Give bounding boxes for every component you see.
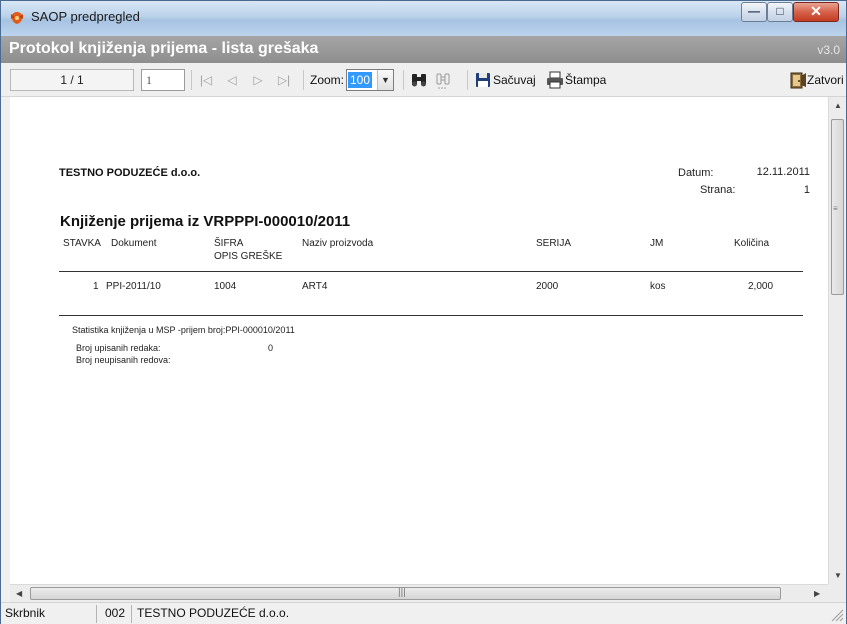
close-button[interactable]: Zatvori bbox=[807, 73, 844, 87]
toolbar-separator bbox=[303, 70, 304, 90]
binoculars-icon[interactable] bbox=[409, 70, 429, 90]
window-title: SAOP predpregled bbox=[31, 9, 140, 24]
column-header-kolicina: Količina bbox=[734, 238, 770, 249]
column-header-naziv: Naziv proizvoda bbox=[302, 238, 374, 249]
row-jm: kos bbox=[650, 281, 666, 292]
company-name: TESTNO PODUZEĆE d.o.o. bbox=[59, 167, 201, 179]
chevron-down-icon[interactable]: ▼ bbox=[377, 70, 393, 90]
row-serija: 2000 bbox=[536, 281, 559, 292]
vertical-scrollbar[interactable]: ▲ ≡ ▼ bbox=[828, 97, 846, 584]
row-stavka: 1 bbox=[93, 281, 99, 292]
next-page-button[interactable]: ▷ bbox=[249, 71, 267, 89]
status-separator bbox=[96, 605, 97, 623]
resize-grip-icon[interactable] bbox=[830, 608, 844, 622]
row-dokument: PPI-2011/10 bbox=[106, 281, 161, 292]
column-header-dokument: Dokument bbox=[111, 238, 157, 249]
date-value: 12.11.2011 bbox=[756, 166, 810, 178]
scroll-right-icon[interactable]: ▶ bbox=[814, 589, 820, 598]
header-divider bbox=[59, 271, 803, 272]
status-user-label: Skrbnik bbox=[5, 606, 46, 620]
column-header-jm: JM bbox=[650, 238, 664, 249]
save-disk-icon[interactable] bbox=[473, 70, 493, 90]
report-header-title: Protokol knjiženja prijema - lista greša… bbox=[9, 40, 319, 57]
status-bar: Skrbnik 002 TESTNO PODUZEĆE d.o.o. bbox=[1, 602, 846, 624]
scrollbar-corner bbox=[828, 584, 846, 602]
date-label: Datum: bbox=[678, 167, 714, 179]
previous-page-button[interactable]: ◁ bbox=[223, 71, 241, 89]
report-page[interactable]: TESTNO PODUZEĆE d.o.o. Datum: 12.11.2011… bbox=[10, 97, 828, 584]
page-indicator: 1 / 1 bbox=[10, 69, 134, 91]
zoom-label: Zoom: bbox=[310, 73, 345, 87]
preview-window: SAOP predpregled — □ ✕ Protokol knjiženj… bbox=[0, 0, 847, 624]
report-header-band: Protokol knjiženja prijema - lista greša… bbox=[1, 36, 846, 63]
zoom-value: 100 bbox=[348, 72, 373, 88]
grip-icon: ≡ bbox=[833, 204, 838, 213]
column-header-sifra: ŠIFRA bbox=[214, 238, 244, 249]
grip-icon: ||| bbox=[398, 587, 406, 598]
minimize-icon: — bbox=[748, 4, 760, 18]
status-separator bbox=[131, 605, 132, 623]
maximize-icon: □ bbox=[776, 4, 784, 18]
page-number-input[interactable]: 1 bbox=[141, 69, 185, 91]
written-count-label: Broj upisanih redaka: bbox=[76, 343, 161, 353]
close-icon: ✕ bbox=[810, 3, 822, 19]
status-company-name: TESTNO PODUZEĆE d.o.o. bbox=[137, 606, 290, 620]
app-logo-icon bbox=[11, 12, 23, 24]
preview-toolbar: 1 / 1 1 |◁ ◁ ▷ ▷| Zoom: 100 ▼ Sačuvaj Št… bbox=[1, 63, 846, 97]
print-button[interactable]: Štampa bbox=[565, 73, 606, 87]
find-next-icon[interactable] bbox=[433, 70, 453, 90]
close-door-icon[interactable] bbox=[787, 70, 807, 90]
horizontal-scroll-thumb[interactable]: ||| bbox=[30, 587, 781, 600]
scroll-left-icon[interactable]: ◀ bbox=[16, 589, 22, 598]
zoom-select[interactable]: 100 ▼ bbox=[346, 69, 394, 91]
row-kolicina: 2,000 bbox=[748, 281, 774, 292]
page-value: 1 bbox=[803, 184, 810, 196]
row-naziv: ART4 bbox=[302, 281, 328, 292]
stats-title: Statistika knjiženja u MSP -prijem broj:… bbox=[72, 325, 295, 335]
title-bar[interactable]: SAOP predpregled — □ ✕ bbox=[1, 1, 846, 36]
last-page-button[interactable]: ▷| bbox=[275, 71, 293, 89]
page-label: Strana: bbox=[700, 184, 736, 196]
toolbar-separator bbox=[467, 70, 468, 90]
column-header-stavka: STAVKA bbox=[63, 238, 101, 249]
toolbar-separator bbox=[403, 70, 404, 90]
version-label: v3.0 bbox=[817, 43, 840, 57]
row-sifra: 1004 bbox=[214, 281, 237, 292]
column-header-serija: SERIJA bbox=[536, 238, 572, 249]
maximize-button[interactable]: □ bbox=[767, 2, 793, 22]
scroll-down-icon[interactable]: ▼ bbox=[834, 571, 842, 580]
printer-icon[interactable] bbox=[545, 70, 565, 90]
written-count-value: 0 bbox=[268, 343, 274, 353]
unwritten-count-label: Broj neupisanih redova: bbox=[76, 355, 171, 365]
first-page-button[interactable]: |◁ bbox=[197, 71, 215, 89]
toolbar-separator bbox=[191, 70, 192, 90]
minimize-button[interactable]: — bbox=[741, 2, 767, 22]
close-window-button[interactable]: ✕ bbox=[793, 2, 839, 22]
horizontal-scrollbar[interactable]: ◀ ||| ▶ bbox=[10, 584, 828, 602]
save-button[interactable]: Sačuvaj bbox=[493, 73, 536, 87]
table-end-divider bbox=[59, 315, 803, 316]
column-header-opis: OPIS GREŠKE bbox=[214, 251, 283, 262]
status-company-code: 002 bbox=[105, 606, 126, 620]
report-title: Knjiženje prijema iz VRPPPI-000010/2011 bbox=[60, 213, 351, 230]
scroll-up-icon[interactable]: ▲ bbox=[834, 101, 842, 110]
